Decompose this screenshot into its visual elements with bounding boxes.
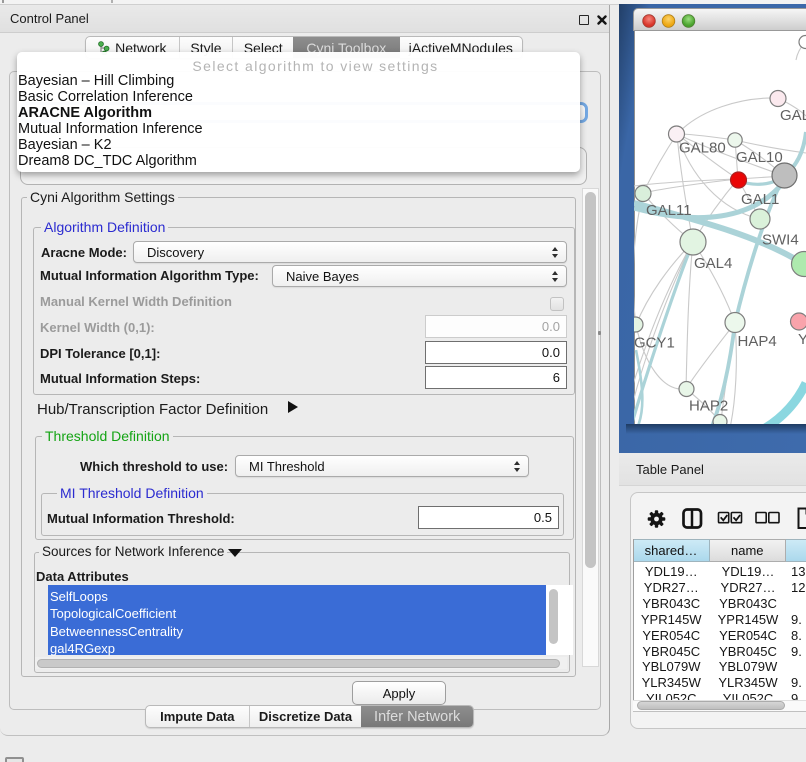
- svg-text:GAL80: GAL80: [679, 140, 726, 157]
- svg-text:GAL4: GAL4: [694, 255, 732, 272]
- svg-text:GAL1: GAL1: [741, 191, 779, 208]
- svg-text:Y: Y: [798, 331, 806, 348]
- svg-text:GAL11: GAL11: [646, 202, 692, 219]
- svg-text:GAL7: GAL7: [780, 107, 806, 124]
- svg-text:HAP2: HAP2: [689, 398, 728, 415]
- svg-text:GAL10: GAL10: [736, 149, 783, 166]
- svg-text:GCY1: GCY1: [634, 335, 675, 352]
- svg-text:SWI4: SWI4: [762, 232, 799, 249]
- svg-text:HAP4: HAP4: [738, 333, 777, 350]
